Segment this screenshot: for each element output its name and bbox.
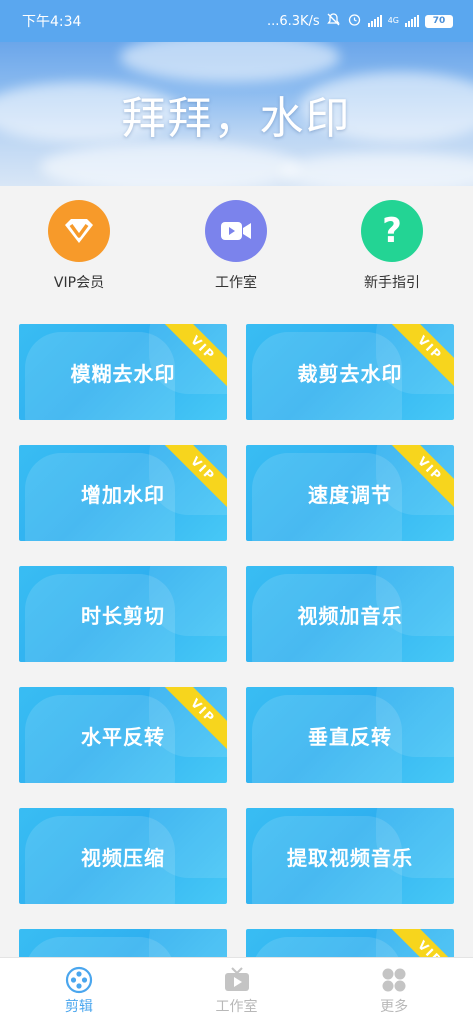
- status-bar: 下午4:34 ...6.3K/s 4G 70: [0, 0, 473, 42]
- tile-label: 裁剪去水印: [297, 361, 403, 386]
- nav-edit[interactable]: 剪辑: [0, 958, 158, 1024]
- tile-label: 垂直反转: [308, 724, 392, 749]
- network-speed: ...6.3K/s: [266, 13, 320, 29]
- tile-add-watermark[interactable]: 增加水印 VIP: [19, 445, 227, 541]
- signal-icon: [367, 15, 382, 27]
- tile-label: 提取视频音乐: [287, 845, 413, 870]
- alarm-icon: [347, 12, 362, 31]
- mute-icon: [326, 12, 341, 31]
- beginner-guide-label: 新手指引: [364, 275, 420, 291]
- vip-member-label: VIP会员: [53, 275, 105, 291]
- tile-blur-remove-watermark[interactable]: 模糊去水印 VIP: [19, 324, 227, 420]
- nav-studio-label: 工作室: [215, 999, 258, 1015]
- tile-label: 速度调节: [308, 482, 392, 507]
- more-grid-icon: [379, 966, 409, 994]
- tile-crop-remove-watermark[interactable]: 裁剪去水印 VIP: [246, 324, 454, 420]
- tile-partial-2[interactable]: VIP: [246, 929, 454, 957]
- vip-diamond-icon: [48, 200, 110, 262]
- studio-label: 工作室: [215, 275, 257, 291]
- feature-grid: 模糊去水印 VIP 裁剪去水印 VIP 增加水印 VIP 速度调节 VIP 时长…: [0, 304, 473, 957]
- tile-speed-adjust[interactable]: 速度调节 VIP: [246, 445, 454, 541]
- nav-edit-label: 剪辑: [64, 999, 93, 1015]
- signal-icon-2: [405, 15, 419, 27]
- tile-horizontal-flip[interactable]: 水平反转 VIP: [19, 687, 227, 783]
- tile-video-compress[interactable]: 视频压缩: [19, 808, 227, 904]
- vip-member-button[interactable]: VIP会员: [24, 200, 134, 292]
- tile-partial-1[interactable]: [19, 929, 227, 957]
- tile-extract-music[interactable]: 提取视频音乐: [246, 808, 454, 904]
- nav-more[interactable]: 更多: [315, 958, 473, 1024]
- banner-title: 拜拜，水印: [121, 93, 352, 144]
- tile-label: 时长剪切: [81, 603, 165, 628]
- quick-actions: VIP会员 工作室 ? 新手指引: [0, 186, 473, 304]
- status-icons: ...6.3K/s 4G 70: [267, 12, 453, 31]
- tile-label: 增加水印: [81, 482, 165, 507]
- studio-button[interactable]: 工作室: [181, 200, 291, 292]
- beginner-guide-button[interactable]: ? 新手指引: [337, 200, 447, 292]
- bottom-nav: 剪辑 工作室 更多: [0, 957, 473, 1024]
- tile-add-music[interactable]: 视频加音乐: [246, 566, 454, 662]
- battery-icon: 70: [425, 14, 453, 28]
- tv-icon: [222, 966, 252, 994]
- tile-label: 视频压缩: [81, 845, 165, 870]
- tile-label: 水平反转: [81, 724, 165, 749]
- tile-vertical-flip[interactable]: 垂直反转: [246, 687, 454, 783]
- tile-duration-cut[interactable]: 时长剪切: [19, 566, 227, 662]
- nav-more-label: 更多: [380, 999, 409, 1015]
- question-icon: ?: [361, 200, 423, 262]
- network-type: 4G: [387, 16, 399, 25]
- film-reel-icon: [64, 966, 94, 994]
- tile-label: 模糊去水印: [70, 361, 176, 386]
- banner: 拜拜，水印: [0, 42, 473, 186]
- nav-studio[interactable]: 工作室: [158, 958, 316, 1024]
- status-time: 下午4:34: [22, 14, 82, 30]
- video-camera-icon: [205, 200, 267, 262]
- tile-label: 视频加音乐: [297, 603, 403, 628]
